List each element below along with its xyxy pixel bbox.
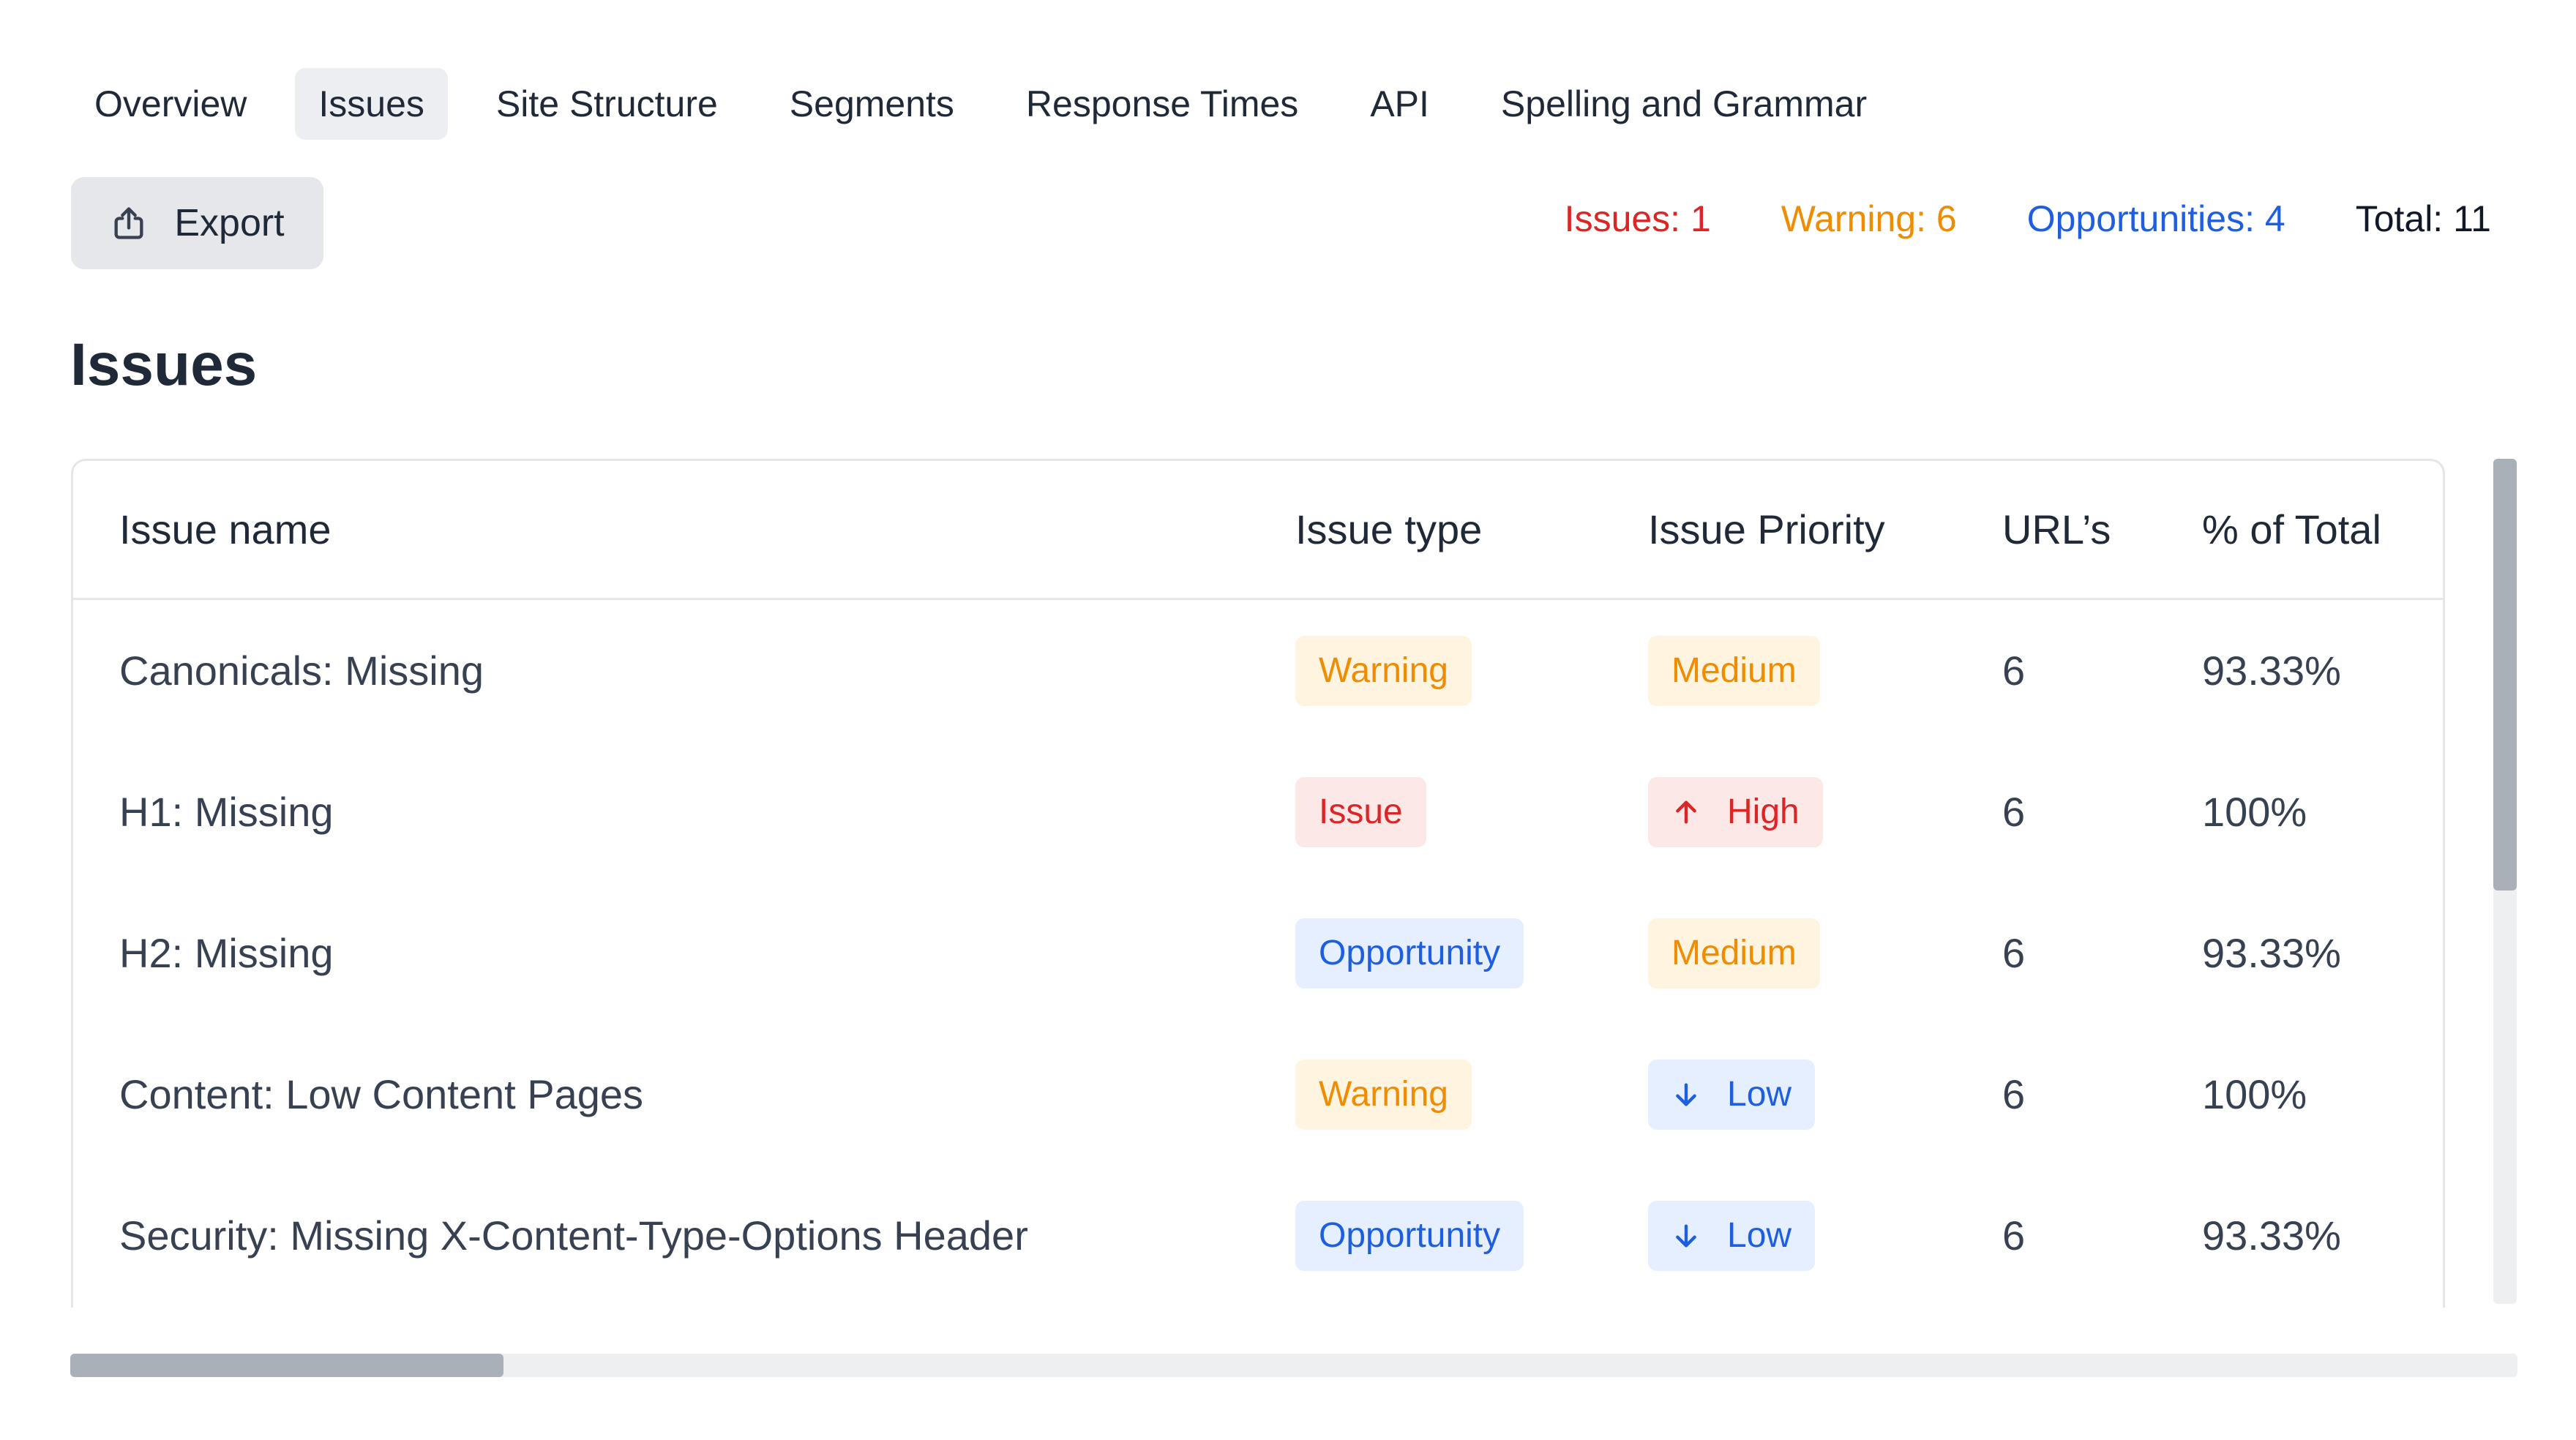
issue-type-badge: Warning xyxy=(1295,635,1472,706)
issue-priority-cell: High xyxy=(1648,741,1823,882)
vertical-scrollbar-thumb[interactable] xyxy=(2493,459,2517,890)
tab-site-structure[interactable]: Site Structure xyxy=(473,68,741,140)
priority-label: High xyxy=(1727,792,1800,831)
issues-page: Overview Issues Site Structure Segments … xyxy=(0,0,2576,1440)
issue-priority-cell: Medium xyxy=(1648,882,1820,1024)
export-button[interactable]: Export xyxy=(71,177,323,269)
arrow-down-icon xyxy=(1676,1083,1696,1106)
issue-type-cell: Warning xyxy=(1295,1024,1472,1165)
tab-issues[interactable]: Issues xyxy=(295,68,448,140)
column-header-urls[interactable]: URL’s xyxy=(2002,461,2111,598)
priority-label: Medium xyxy=(1671,934,1797,972)
issue-name: H2: Missing xyxy=(119,930,334,976)
issue-type-cell: Opportunity xyxy=(1295,1165,1524,1306)
priority-label: Low xyxy=(1727,1216,1792,1255)
upload-share-icon xyxy=(114,207,143,239)
tab-spelling-and-grammar[interactable]: Spelling and Grammar xyxy=(1478,68,1890,140)
table-row[interactable]: Canonicals: Missing Warning Medium 6 93.… xyxy=(73,600,2443,741)
priority-label: Low xyxy=(1727,1075,1792,1114)
horizontal-scrollbar-thumb[interactable] xyxy=(70,1354,503,1377)
issue-priority-badge: Low xyxy=(1648,1200,1816,1271)
tab-api[interactable]: API xyxy=(1347,68,1453,140)
issue-name: Canonicals: Missing xyxy=(119,648,484,694)
issue-type-cell: Issue xyxy=(1295,741,1426,882)
issue-type-badge: Warning xyxy=(1295,1059,1472,1130)
table-row[interactable]: Content: Low Content Pages Warning Low 6… xyxy=(73,1024,2443,1165)
issue-name: Content: Low Content Pages xyxy=(119,1071,644,1117)
issue-type-cell: Opportunity xyxy=(1295,882,1524,1024)
percent-of-total: 100% xyxy=(2202,789,2307,835)
table-row[interactable]: H1: Missing Issue High 6 100% xyxy=(73,741,2443,882)
column-header-issue-name[interactable]: Issue name xyxy=(119,461,332,598)
issue-summary: Issues: 1 Warning: 6 Opportunities: 4 To… xyxy=(1565,198,2491,240)
url-count: 6 xyxy=(2002,648,2026,694)
issue-priority-badge: High xyxy=(1648,776,1823,847)
issue-name: Security: Missing X-Content-Type-Options… xyxy=(119,1212,1028,1259)
summary-opportunities: Opportunities: 4 xyxy=(2026,198,2285,239)
issue-priority-badge: Low xyxy=(1648,1059,1816,1130)
percent-of-total: 93.33% xyxy=(2202,930,2341,976)
percent-of-total: 93.33% xyxy=(2202,1212,2341,1259)
summary-warning: Warning: 6 xyxy=(1781,198,1957,239)
summary-total: Total: 11 xyxy=(2355,198,2491,239)
issues-table: Issue name Issue type Issue Priority URL… xyxy=(71,459,2445,1308)
table-row[interactable]: Security: Missing X-Content-Type-Options… xyxy=(73,1165,2443,1306)
issue-name: H1: Missing xyxy=(119,789,334,835)
issue-type-badge: Issue xyxy=(1295,776,1426,847)
issue-priority-cell: Medium xyxy=(1648,600,1820,741)
url-count: 6 xyxy=(2002,930,2026,976)
issue-priority-badge: Medium xyxy=(1648,635,1820,706)
tab-bar: Overview Issues Site Structure Segments … xyxy=(71,68,1915,140)
percent-of-total: 93.33% xyxy=(2202,648,2341,694)
summary-issues: Issues: 1 xyxy=(1564,198,1711,239)
export-label: Export xyxy=(174,202,285,244)
url-count: 6 xyxy=(2002,1212,2026,1259)
url-count: 6 xyxy=(2002,789,2026,835)
column-header-percent-of-total[interactable]: % of Total xyxy=(2202,461,2381,598)
issue-type-badge: Opportunity xyxy=(1295,918,1524,989)
issue-priority-badge: Medium xyxy=(1648,918,1820,989)
percent-of-total: 100% xyxy=(2202,1071,2307,1117)
priority-label: Medium xyxy=(1671,651,1797,690)
column-header-issue-priority[interactable]: Issue Priority xyxy=(1648,461,1885,598)
issue-priority-cell: Low xyxy=(1648,1024,1816,1165)
tab-overview[interactable]: Overview xyxy=(71,68,270,140)
table-body: Canonicals: Missing Warning Medium 6 93.… xyxy=(73,600,2443,1306)
table-row[interactable]: H2: Missing Opportunity Medium 6 93.33% xyxy=(73,882,2443,1024)
issue-type-badge: Opportunity xyxy=(1295,1200,1524,1271)
arrow-up-icon xyxy=(1676,800,1696,823)
tab-response-times[interactable]: Response Times xyxy=(1003,68,1322,140)
column-header-issue-type[interactable]: Issue type xyxy=(1295,461,1482,598)
section-title: Issues xyxy=(70,331,258,398)
table-header: Issue name Issue type Issue Priority URL… xyxy=(73,461,2443,600)
issue-type-cell: Warning xyxy=(1295,600,1472,741)
issue-priority-cell: Low xyxy=(1648,1165,1816,1306)
arrow-down-icon xyxy=(1676,1224,1696,1247)
url-count: 6 xyxy=(2002,1071,2026,1117)
tab-segments[interactable]: Segments xyxy=(766,68,978,140)
